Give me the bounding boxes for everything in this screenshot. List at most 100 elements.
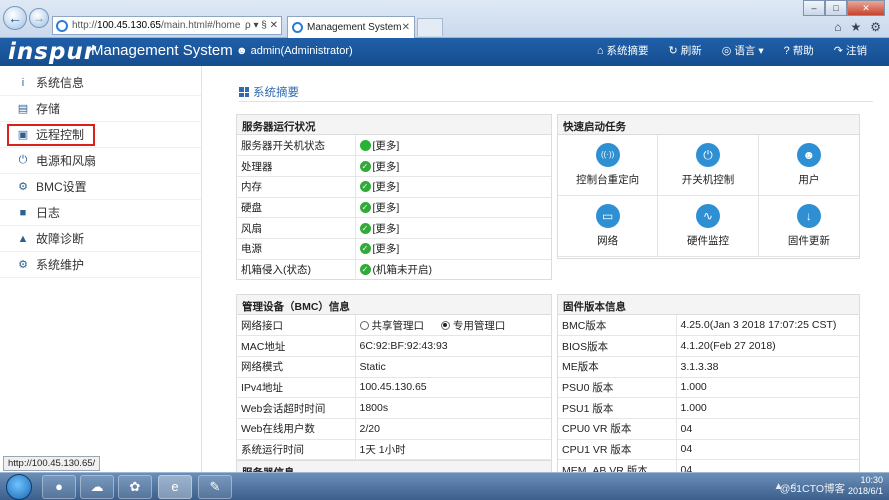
minimize-button[interactable]: –	[803, 0, 825, 16]
ok-check-icon: ✓	[359, 264, 371, 276]
table-row: Web在线用户数 2/20	[237, 418, 551, 440]
table-row: PSU0 版本 1.000	[558, 377, 859, 399]
table-row: Web会话超时时间 1800s	[237, 397, 551, 419]
window-controls: – □ ✕	[803, 0, 885, 16]
more-link[interactable]: [更多]	[373, 179, 400, 194]
tab-close-icon[interactable]: ✕	[402, 22, 410, 33]
sidebar-item-bmc-settings[interactable]: ⚙ BMC设置	[0, 174, 201, 200]
table-row: 系统运行时间 1天 1小时	[237, 439, 551, 461]
sidebar-item-label: 日志	[36, 206, 61, 220]
sidebar-item-diagnostics[interactable]: ▲ 故障诊断	[0, 226, 201, 252]
info-icon: i	[21, 76, 25, 89]
task-label: 开关机控制	[681, 174, 735, 186]
taskbar-app-paint[interactable]: ✎	[198, 475, 232, 499]
task-firmware-update[interactable]: ↓ 固件更新	[758, 196, 859, 257]
status-label: 电源	[237, 238, 356, 260]
more-link[interactable]: [更多]	[373, 138, 400, 153]
task-label: 硬件监控	[686, 235, 729, 247]
taskbar-app-ie[interactable]: e	[158, 475, 192, 499]
more-link[interactable]: [更多]	[373, 200, 400, 215]
status-label: 风扇	[237, 217, 356, 239]
bmc-label: Web会话超时时间	[237, 397, 356, 419]
power-control-icon: ⏻	[695, 143, 720, 167]
user-icon: ☻	[796, 143, 821, 167]
forward-button[interactable]: →	[29, 8, 49, 28]
radio-dedicated-port[interactable]: 专用管理口	[440, 320, 505, 332]
tab-title: Management System	[307, 22, 402, 33]
status-label: 服务器开关机状态	[237, 135, 356, 157]
task-label: 固件更新	[787, 235, 830, 247]
chassis-status-text: (机箱未开启)	[372, 264, 433, 277]
task-network[interactable]: ▭ 网络	[558, 196, 659, 257]
header-language-dropdown[interactable]: ◎ 语言 ▾	[722, 43, 764, 58]
table-row: 网络模式 Static	[237, 356, 551, 378]
task-user[interactable]: ☻ 用户	[758, 135, 859, 196]
header-logout-label: 注销	[846, 45, 867, 57]
sidebar-item-power-fan[interactable]: ⏻ 电源和风扇	[0, 148, 201, 174]
sidebar: i 系统信息 ▤ 存储 ▣ 远程控制 ⏻ 电源和风扇 ⚙ BMC设置 ■ 日志 …	[0, 66, 202, 472]
table-row: MEM_AB VR 版本 04	[558, 459, 859, 472]
server-status-table: 服务器开关机状态 [更多] 处理器 ✓ [更多] 内存 ✓ [更多] 硬盘 ✓ [更多…	[237, 135, 551, 280]
favorites-star-icon[interactable]: ★	[850, 20, 861, 34]
firmware-value: 04	[676, 459, 859, 472]
log-icon: ■	[19, 206, 27, 219]
back-button[interactable]: ←	[3, 6, 27, 30]
start-button[interactable]	[6, 474, 32, 500]
firmware-label: PSU0 版本	[558, 377, 677, 399]
header-help-link[interactable]: ? 帮助	[784, 43, 814, 58]
sidebar-item-system-info[interactable]: i 系统信息	[0, 70, 201, 96]
header-summary-label: 系统摘要	[606, 45, 649, 57]
table-row: 处理器 ✓ [更多]	[237, 155, 551, 177]
address-bar[interactable]: http://100.45.130.65/main.html#/home ρ ▾…	[52, 16, 282, 35]
firmware-label: BIOS版本	[558, 335, 677, 357]
sidebar-item-label: BMC设置	[36, 180, 87, 194]
logout-icon: ↷	[833, 45, 843, 57]
sidebar-item-remote-control[interactable]: ▣ 远程控制	[0, 122, 201, 148]
task-label: 网络	[597, 235, 619, 247]
current-user: ☻ admin(Administrator)	[236, 45, 353, 57]
firmware-value: 1.000	[676, 377, 859, 399]
more-link[interactable]: [更多]	[373, 221, 400, 236]
sidebar-item-storage[interactable]: ▤ 存储	[0, 96, 201, 122]
power-status-dot-icon	[359, 139, 371, 151]
firmware-label: CPU1 VR 版本	[558, 439, 677, 461]
task-console-redirect[interactable]: ((·)) 控制台重定向	[558, 135, 659, 196]
taskbar-app-chrome[interactable]: ●	[42, 475, 76, 499]
table-row: BMC版本 4.25.0(Jan 3 2018 17:07:25 CST)	[558, 315, 859, 337]
close-window-button[interactable]: ✕	[847, 0, 885, 16]
new-tab-button[interactable]	[417, 18, 443, 36]
header-logout-link[interactable]: ↷ 注销	[834, 43, 867, 58]
radio-shared-port[interactable]: 共享管理口	[359, 320, 424, 332]
header-summary-link[interactable]: ⌂ 系统摘要	[597, 43, 649, 58]
status-value: ✓ [更多]	[355, 176, 551, 198]
sidebar-item-label: 存储	[36, 102, 61, 116]
bmc-label: 网络接口	[237, 315, 356, 337]
sidebar-item-label: 故障诊断	[36, 232, 85, 246]
maximize-button[interactable]: □	[825, 0, 847, 16]
home-browser-icon[interactable]: ⌂	[834, 20, 841, 34]
sidebar-item-maintenance[interactable]: ⚙ 系统维护	[0, 252, 201, 278]
task-power-control[interactable]: ⏻ 开关机控制	[658, 135, 759, 196]
windows-taskbar: ● ☁ ✿ e ✎ ▲ ♫ @51CTO博客 10:30 2018/6/1	[0, 472, 889, 500]
firmware-title: 固件版本信息	[558, 295, 859, 315]
taskbar-app-flower[interactable]: ✿	[118, 475, 152, 499]
address-tools-icons[interactable]: ρ ▾ § ✕	[245, 20, 278, 31]
task-hardware-monitor[interactable]: ∿ 硬件监控	[658, 196, 759, 257]
app-title: Management System	[91, 42, 233, 59]
ie-page-icon	[56, 19, 68, 32]
clock[interactable]: 10:30 2018/6/1	[848, 475, 883, 497]
status-value: ✓ [更多]	[355, 197, 551, 219]
firmware-update-icon: ↓	[796, 204, 821, 228]
sidebar-item-logs[interactable]: ■ 日志	[0, 200, 201, 226]
browser-tab[interactable]: Management System ✕	[287, 16, 415, 38]
table-row: 风扇 ✓ [更多]	[237, 217, 551, 239]
clock-date: 2018/6/1	[847, 486, 883, 496]
bmc-value: 1天 1小时	[355, 439, 551, 461]
more-link[interactable]: [更多]	[373, 241, 400, 256]
header-refresh-link[interactable]: ↻ 刷新	[669, 43, 702, 58]
more-link[interactable]: [更多]	[373, 159, 400, 174]
firmware-value: 04	[676, 439, 859, 461]
settings-gear-icon[interactable]: ⚙	[870, 20, 881, 34]
taskbar-app-cloud[interactable]: ☁	[80, 475, 114, 499]
bmc-label: 网络模式	[237, 356, 356, 378]
